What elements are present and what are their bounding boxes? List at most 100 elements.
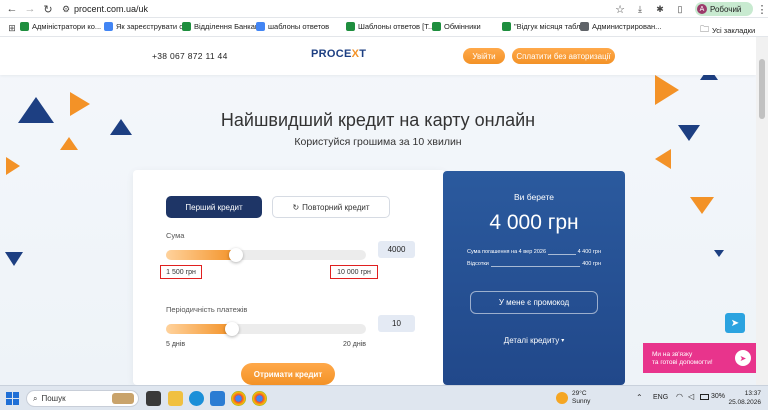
bookmarks-bar: ⊞ Адміністратори ко... Як зареєструвати о… xyxy=(0,18,768,37)
decor-triangle xyxy=(655,149,671,169)
language-indicator[interactable]: ENG xyxy=(653,394,668,401)
web-page: +38 067 872 11 44 PROCE X T Увійти Сплатит… xyxy=(0,37,756,385)
bookmark-label: "Відгук місяця табл... xyxy=(514,22,587,31)
period-slider-track[interactable] xyxy=(166,324,366,334)
sum-slider-handle[interactable] xyxy=(229,248,243,262)
profile-label: Робочий xyxy=(710,4,742,14)
bookmark-item[interactable]: Шаблоны ответов [Т... xyxy=(346,22,434,31)
search-highlight-icon xyxy=(112,393,134,404)
bookmark-label: Обмінники xyxy=(444,22,481,31)
repay-row: Сума погашення на 4 вер 2026 4 400 грн xyxy=(467,249,601,255)
bookmark-label: Адміністратори ко... xyxy=(32,22,102,31)
bookmark-item[interactable]: Як зареєструвати о... xyxy=(104,22,190,31)
volume-icon[interactable]: ◁ xyxy=(688,392,694,401)
bookmark-favicon-icon xyxy=(256,22,265,31)
store-icon[interactable] xyxy=(210,391,225,406)
file-explorer-icon[interactable] xyxy=(168,391,183,406)
sun-icon xyxy=(556,392,568,404)
help-widget[interactable]: Ми на зв'язку та готові допомогти! ➤ xyxy=(643,343,756,373)
menu-icon[interactable]: ⋮ xyxy=(754,1,768,17)
reload-icon[interactable]: ↻ xyxy=(40,1,56,17)
search-icon: ⌕ xyxy=(33,393,38,403)
apps-icon[interactable]: ⊞ xyxy=(4,20,20,36)
forward-icon[interactable]: → xyxy=(22,1,38,17)
battery-indicator[interactable]: 30% xyxy=(700,393,725,400)
battery-icon xyxy=(700,393,709,400)
bookmark-label: шаблоны ответов xyxy=(268,22,330,31)
bookmark-favicon-icon xyxy=(346,22,355,31)
interest-row: Відсотки 400 грн xyxy=(467,261,601,267)
taskbar-search[interactable]: ⌕ Пошук xyxy=(26,390,139,407)
decor-triangle xyxy=(714,250,724,257)
bookmark-item[interactable]: Обмінники xyxy=(432,22,481,31)
bookmark-favicon-icon xyxy=(20,22,29,31)
bookmark-star-icon[interactable]: ☆ xyxy=(612,1,628,17)
bookmark-favicon-icon xyxy=(182,22,191,31)
phone-number[interactable]: +38 067 872 11 44 xyxy=(152,51,228,61)
start-icon[interactable] xyxy=(6,392,19,405)
profile-chip[interactable]: А Робочий xyxy=(695,2,753,16)
decor-triangle xyxy=(6,157,20,175)
chrome-icon[interactable] xyxy=(231,391,246,406)
chevron-down-icon: ▾ xyxy=(561,338,565,344)
get-credit-button[interactable]: Отримати кредит xyxy=(241,363,335,385)
downloads-icon[interactable]: ⤓ xyxy=(632,1,648,17)
site-header: +38 067 872 11 44 PROCE X T Увійти Сплатит… xyxy=(0,37,756,75)
bookmark-favicon-icon xyxy=(104,22,113,31)
period-slider-handle[interactable] xyxy=(225,322,239,336)
hero-title: Найшвидший кредит на карту онлайн xyxy=(220,110,536,130)
decor-triangle xyxy=(5,252,23,266)
hero-subtitle: Користуйся грошима за 10 хвилин xyxy=(294,136,462,148)
bookmark-label: Відділення Банкав... xyxy=(194,22,266,31)
bookmark-item[interactable]: Відділення Банкав... xyxy=(182,22,265,31)
all-bookmarks[interactable]: 🗀 Усі закладки xyxy=(700,22,755,38)
period-label: Періодичність платежів xyxy=(166,305,248,314)
extensions-icon[interactable]: ✱ xyxy=(652,1,668,17)
task-view-icon[interactable] xyxy=(146,391,161,406)
bookmark-item[interactable]: шаблоны ответов xyxy=(256,22,329,31)
side-panel-icon[interactable]: ▯ xyxy=(672,1,688,17)
summary-title: Ви берете xyxy=(514,192,554,202)
address-bar[interactable]: procent.com.ua/uk xyxy=(74,4,148,14)
loan-calculator: Перший кредит ↻ Повторний кредит Сума 40… xyxy=(133,170,445,385)
sum-slider-track[interactable] xyxy=(166,250,366,260)
period-max-label: 20 днів xyxy=(343,341,366,348)
site-logo[interactable]: PROCE X T xyxy=(311,48,366,60)
bookmark-item[interactable]: Администрирован... xyxy=(580,22,661,31)
weather-widget[interactable]: 29°C Sunny xyxy=(556,390,590,406)
site-info-icon[interactable]: ⚙ xyxy=(58,1,74,17)
edge-icon[interactable] xyxy=(189,391,204,406)
bookmark-label: Як зареєструвати о... xyxy=(116,22,190,31)
telegram-icon[interactable]: ➤ xyxy=(725,313,745,333)
bookmark-favicon-icon xyxy=(432,22,441,31)
login-button[interactable]: Увійти xyxy=(463,48,505,64)
bookmark-item[interactable]: "Відгук місяця табл... xyxy=(502,22,587,31)
decor-triangle xyxy=(655,75,679,105)
tab-first-credit[interactable]: Перший кредит xyxy=(166,196,262,218)
sum-max-label: 10 000 грн xyxy=(330,265,378,279)
period-slider-fill xyxy=(166,324,232,334)
back-icon[interactable]: ← xyxy=(4,1,20,17)
period-value-field[interactable]: 10 xyxy=(378,315,415,332)
sum-value-field[interactable]: 4000 xyxy=(378,241,415,258)
wifi-icon[interactable]: ◠ xyxy=(676,392,683,401)
folder-icon: 🗀 xyxy=(700,24,710,34)
sum-slider-fill xyxy=(166,250,236,260)
bookmark-favicon-icon xyxy=(502,22,511,31)
sum-min-label: 1 500 грн xyxy=(160,265,202,279)
loan-summary-card: Ви берете 4 000 грн Сума погашення на 4 … xyxy=(443,171,625,385)
chrome-icon[interactable] xyxy=(252,391,267,406)
scrollbar-thumb[interactable] xyxy=(759,59,765,119)
tab-repeat-credit[interactable]: ↻ Повторний кредит xyxy=(272,196,390,218)
page-scrollbar[interactable] xyxy=(756,37,768,385)
bookmark-label: Шаблоны ответов [Т... xyxy=(358,22,435,31)
refresh-icon: ↻ xyxy=(292,202,300,212)
clock[interactable]: 13:37 25.08.2026 xyxy=(725,389,761,407)
loan-details-toggle[interactable]: Деталі кредиту ▾ xyxy=(443,336,625,345)
pay-without-auth-button[interactable]: Сплатити без авторизації xyxy=(512,48,615,64)
avatar: А xyxy=(697,4,707,14)
bookmark-item[interactable]: Адміністратори ко... xyxy=(20,22,101,31)
promo-code-button[interactable]: У мене є промокод xyxy=(470,291,598,314)
browser-toolbar: ← → ↻ ⚙ procent.com.ua/uk ☆ ⤓ ✱ ▯ А Робо… xyxy=(0,0,768,18)
chevron-up-icon[interactable]: ⌃ xyxy=(636,393,643,402)
